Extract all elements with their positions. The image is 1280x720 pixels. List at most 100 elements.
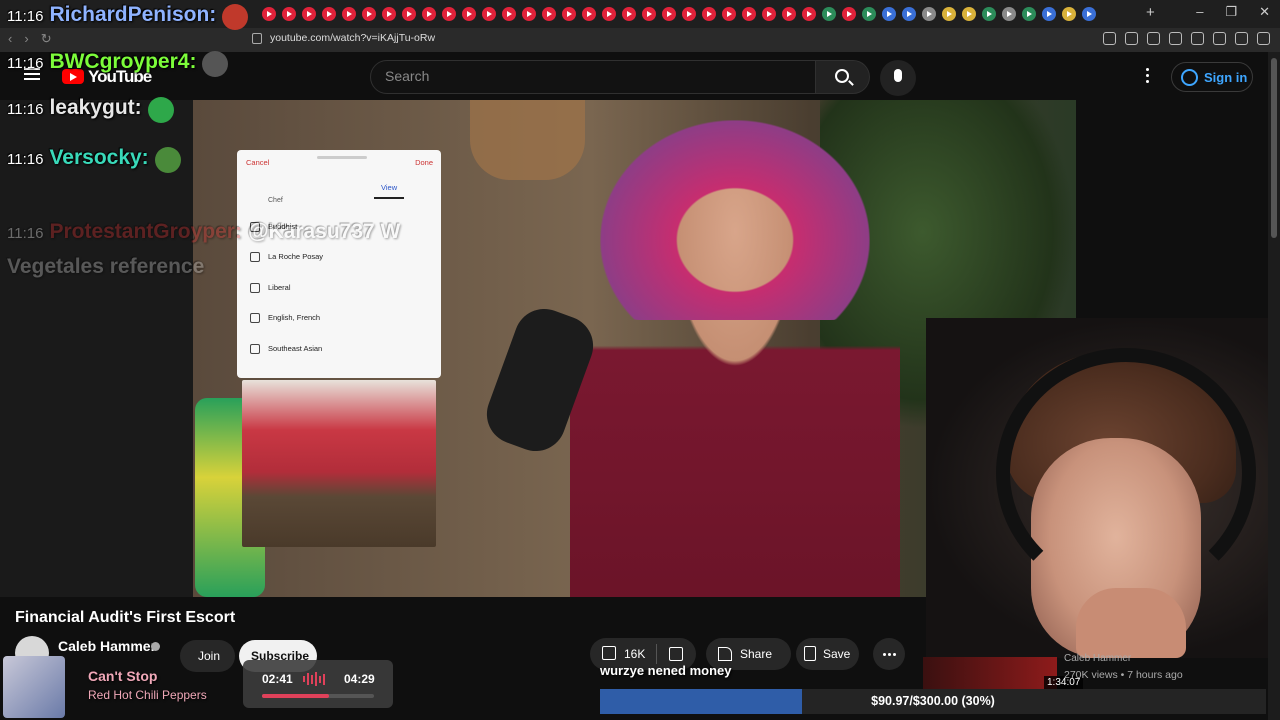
recommended-video-thumbnail[interactable] <box>923 657 1057 691</box>
thumbs-down-icon[interactable] <box>669 647 683 661</box>
chat-username: leakygut: <box>49 96 142 119</box>
tab-favicon-icon[interactable] <box>762 7 776 21</box>
chat-emote-icon <box>222 3 249 30</box>
save-label: Save <box>823 647 851 661</box>
chat-username: Versocky: <box>49 146 149 169</box>
tab-favicon-icon[interactable] <box>462 7 476 21</box>
tab-favicon-icon[interactable] <box>502 7 516 21</box>
tab-favicon-icon[interactable] <box>722 7 736 21</box>
browser-menu-icon[interactable] <box>1257 32 1270 45</box>
tab-favicon-icon[interactable] <box>1042 7 1056 21</box>
tab-favicon-icon[interactable] <box>642 7 656 21</box>
more-actions-button[interactable] <box>873 638 905 670</box>
streamer-webcam <box>926 318 1280 658</box>
tab-favicon-icon[interactable] <box>262 7 276 21</box>
chat-timestamp: 11:16 <box>7 8 44 25</box>
tab-favicon-icon[interactable] <box>742 7 756 21</box>
phone-row-label: English, French <box>268 313 321 323</box>
forward-button[interactable]: › <box>24 31 28 47</box>
tab-favicon-icon[interactable] <box>442 7 456 21</box>
shield-icon[interactable] <box>1235 32 1248 45</box>
like-count[interactable]: 16K <box>624 647 645 661</box>
phone-profile-list: Buddhist La Roche Posay Liberal English, Fr… <box>249 222 429 374</box>
tab-favicon-icon[interactable] <box>402 7 416 21</box>
tab-favicon-icon[interactable] <box>482 7 496 21</box>
song-progress-fill <box>262 694 330 698</box>
search-button[interactable] <box>816 60 870 94</box>
channel-name[interactable]: Caleb Hammer <box>58 638 156 654</box>
tab-favicon-icon[interactable] <box>542 7 556 21</box>
save-button[interactable]: Save <box>796 638 859 670</box>
site-info-icon[interactable] <box>252 33 262 44</box>
tab-favicon-icon[interactable] <box>682 7 696 21</box>
tab-favicon-icon[interactable] <box>802 7 816 21</box>
bookmark-icon <box>804 646 816 661</box>
playback-timer: 02:41 04:29 <box>243 660 393 708</box>
phone-photo-overlay <box>242 380 436 547</box>
cast-icon[interactable] <box>1125 32 1138 45</box>
song-progress-track <box>262 694 374 698</box>
wallet-icon[interactable] <box>1213 32 1226 45</box>
tab-favicon-icon[interactable] <box>302 7 316 21</box>
tab-favicon-icon[interactable] <box>422 7 436 21</box>
reload-button[interactable]: ↻ <box>41 31 52 47</box>
tab-favicon-icon[interactable] <box>362 7 376 21</box>
tab-favicon-icon[interactable] <box>922 7 936 21</box>
back-button[interactable]: ‹ <box>8 31 12 47</box>
settings-menu-icon[interactable] <box>1146 68 1149 71</box>
voice-search-button[interactable] <box>880 60 916 96</box>
tab-favicon-icon[interactable] <box>702 7 716 21</box>
tab-favicon-icon[interactable] <box>882 7 896 21</box>
scrollbar-thumb[interactable] <box>1271 58 1277 238</box>
streamer-hand <box>1076 588 1186 658</box>
phone-cancel: Cancel <box>246 158 270 167</box>
close-window-button[interactable]: ✕ <box>1259 4 1270 20</box>
tab-favicon-icon[interactable] <box>822 7 836 21</box>
tab-favicon-icon[interactable] <box>962 7 976 21</box>
tab-favicon-icon[interactable] <box>1082 7 1096 21</box>
tab-favicon-icon[interactable] <box>602 7 616 21</box>
total-time: 04:29 <box>344 672 375 686</box>
more-icon <box>883 653 886 656</box>
tab-favicon-icon[interactable] <box>622 7 636 21</box>
tab-favicon-icon[interactable] <box>522 7 536 21</box>
sidebar-icon[interactable] <box>1191 32 1204 45</box>
extensions-icon[interactable] <box>1169 32 1182 45</box>
page-scrollbar[interactable] <box>1268 52 1280 720</box>
recommended-video-channel[interactable]: Caleb Hammer <box>1064 653 1131 664</box>
tab-favicon-icon[interactable] <box>342 7 356 21</box>
thumbs-up-icon[interactable] <box>602 646 616 660</box>
tab-favicon-icon[interactable] <box>1022 7 1036 21</box>
video-player[interactable]: Cancel Done View Chef Buddhist La Roche P… <box>0 100 1076 597</box>
tab-favicon-icon[interactable] <box>1062 7 1076 21</box>
url-field[interactable]: youtube.com/watch?v=iKAjjTu-oRw <box>270 32 435 44</box>
tab-favicon-icon[interactable] <box>582 7 596 21</box>
maximize-button[interactable]: ❐ <box>1225 4 1237 20</box>
phone-row-icon <box>250 343 260 354</box>
minimize-button[interactable]: – <box>1196 4 1203 20</box>
tab-favicon-icon[interactable] <box>322 7 336 21</box>
phone-row-label: Southeast Asian <box>268 343 323 353</box>
search-input[interactable] <box>385 68 785 84</box>
tab-favicon-icon[interactable] <box>982 7 996 21</box>
tab-favicon-icon[interactable] <box>662 7 676 21</box>
tab-favicon-icon[interactable] <box>862 7 876 21</box>
new-tab-button[interactable]: + <box>1146 4 1155 21</box>
tab-favicon-icon[interactable] <box>562 7 576 21</box>
tab-favicon-icon[interactable] <box>282 7 296 21</box>
tab-favicon-icon[interactable] <box>1002 7 1016 21</box>
toolbar-icons <box>1103 32 1270 45</box>
zoom-icon[interactable] <box>1103 32 1116 45</box>
phone-row-icon <box>250 252 260 263</box>
tab-favicon-icon[interactable] <box>842 7 856 21</box>
tab-favicon-icon[interactable] <box>902 7 916 21</box>
phone-tab-underline <box>374 197 404 199</box>
chat-message: 11:16 ProtestantGroyper: @Karasu737 W <box>7 220 400 244</box>
share-page-icon[interactable] <box>1147 32 1160 45</box>
tab-favicon-icon[interactable] <box>942 7 956 21</box>
phone-list-item: La Roche Posay <box>249 252 429 282</box>
tab-favicon-icon[interactable] <box>382 7 396 21</box>
sign-in-button[interactable]: Sign in <box>1171 62 1253 92</box>
tab-favicon-icon[interactable] <box>782 7 796 21</box>
phone-row-icon <box>250 282 260 293</box>
